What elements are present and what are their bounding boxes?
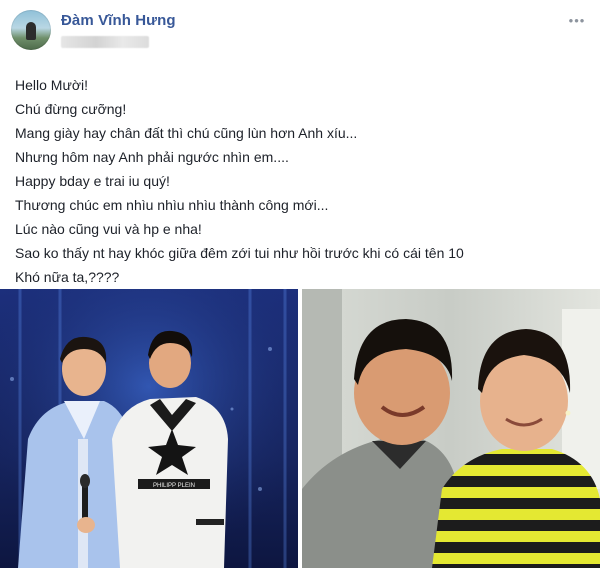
post-line: Lúc nào cũng vui và hp e nha!: [15, 221, 202, 237]
post-line: Nhưng hôm nay Anh phải ngước nhìn em....: [15, 149, 289, 165]
post-line: Chú đừng cưỡng!: [15, 101, 127, 117]
shirt-print-text: PHILIPP PLEIN: [153, 483, 195, 489]
author-avatar[interactable]: [11, 10, 51, 50]
post-message: Hello Mười! Chú đừng cưỡng! Mang giày ha…: [15, 73, 585, 289]
post-line: Khó nữa ta,????: [15, 269, 120, 285]
post-timestamp-blurred: [61, 36, 149, 48]
photo-grid: PHILIPP PLEIN: [0, 289, 600, 568]
photo-stage[interactable]: PHILIPP PLEIN: [0, 289, 298, 568]
facebook-post: Đàm Vĩnh Hưng ••• Hello Mười! Chú đừng c…: [0, 0, 600, 568]
author-name[interactable]: Đàm Vĩnh Hưng: [61, 12, 176, 29]
post-line: Hello Mười!: [15, 77, 89, 93]
post-line: Thương chúc em nhìu nhìu nhìu thành công…: [15, 197, 329, 213]
photo-selfie[interactable]: [302, 289, 600, 568]
avatar-figure: [26, 22, 36, 40]
post-line: Sao ko thấy nt hay khóc giữa đêm zới tui…: [15, 245, 464, 261]
post-line: Happy bday e trai iu quý!: [15, 173, 170, 189]
more-options-icon[interactable]: •••: [566, 14, 588, 28]
post-line: Mang giày hay chân đất thì chú cũng lùn …: [15, 125, 358, 141]
